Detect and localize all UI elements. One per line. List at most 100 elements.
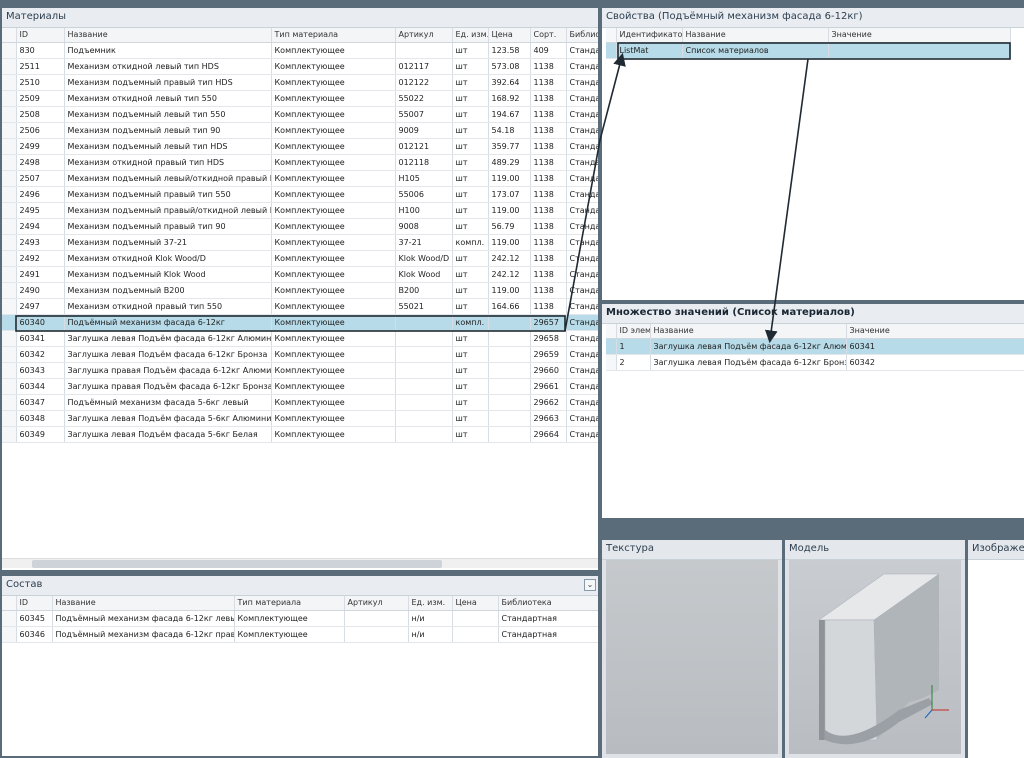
composition-cell[interactable] [452,610,499,627]
materials-cell[interactable] [488,394,531,411]
composition-cell[interactable]: н/и [408,610,453,627]
materials-row[interactable]: 2497 Механизм откидной правый тип 550 Комп… [2,298,598,315]
composition-cell[interactable]: Стандартная [498,610,598,627]
materials-cell[interactable] [488,426,531,443]
materials-cell[interactable]: Механизм подъемный левый тип 90 [64,122,272,139]
materials-cell[interactable]: Комплектующее [271,426,396,443]
composition-cell[interactable]: 60346 [16,626,53,643]
materials-cell[interactable]: 119.00 [488,202,531,219]
materials-cell[interactable]: B200 [395,282,453,299]
materials-cell[interactable]: компл. [452,234,489,251]
composition-cell[interactable]: Подъёмный механизм фасада 6-12кг левый [52,610,235,627]
value-set-row[interactable]: 1 Заглушка левая Подъём фасада 6-12кг Алю… [606,338,1024,355]
materials-cell[interactable]: 55007 [395,106,453,123]
materials-cell[interactable]: Комплектующее [271,298,396,315]
materials-cell[interactable]: Стандар [566,250,598,267]
materials-cell[interactable]: 2495 [16,202,65,219]
materials-cell[interactable]: Заглушка левая Подъём фасада 6-12кг Брон… [64,346,272,363]
materials-cell[interactable]: 1138 [530,186,567,203]
value-set-row-header[interactable] [606,354,617,371]
materials-row-header[interactable] [2,186,17,203]
materials-row-header[interactable] [2,362,17,379]
materials-cell[interactable]: Комплектующее [271,106,396,123]
composition-column-header[interactable]: Артикул [344,596,409,611]
materials-cell[interactable]: Комплектующее [271,378,396,395]
composition-row[interactable]: 60346 Подъёмный механизм фасада 6-12кг пр… [2,626,598,643]
materials-cell[interactable]: Механизм подъемный левый тип HDS [64,138,272,155]
materials-row-header[interactable] [2,330,17,347]
materials-cell[interactable]: Стандар [566,58,598,75]
materials-row-header[interactable] [2,202,17,219]
materials-cell[interactable]: 60341 [16,330,65,347]
materials-cell[interactable]: Стандар [566,154,598,171]
materials-cell[interactable]: 2492 [16,250,65,267]
materials-cell[interactable]: Подъемник [64,42,272,59]
properties-column-header[interactable]: Название [682,28,829,43]
materials-cell[interactable]: 2511 [16,58,65,75]
value-set-cell[interactable]: 2 [616,354,651,371]
composition-cell[interactable]: Стандартная [498,626,598,643]
materials-cell[interactable]: Стандар [566,234,598,251]
materials-cell[interactable]: Комплектующее [271,394,396,411]
materials-cell[interactable]: 2498 [16,154,65,171]
materials-cell[interactable]: шт [452,298,489,315]
materials-cell[interactable]: 1138 [530,250,567,267]
properties-row-header[interactable] [606,42,617,59]
materials-cell[interactable]: 012117 [395,58,453,75]
materials-cell[interactable]: Механизм откидной левый тип 550 [64,90,272,107]
materials-cell[interactable]: 012122 [395,74,453,91]
materials-cell[interactable]: 194.67 [488,106,531,123]
materials-column-header[interactable]: Название [64,28,272,43]
materials-cell[interactable]: Стандар [566,362,598,379]
materials-row[interactable]: 60342 Заглушка левая Подъём фасада 6-12кг… [2,346,598,363]
properties-table[interactable]: Идентификатор Название Значение ListMat Спи… [606,28,1011,59]
materials-cell[interactable]: 9008 [395,218,453,235]
composition-cell[interactable]: Комплектующее [234,610,345,627]
materials-cell[interactable]: шт [452,74,489,91]
materials-cell[interactable]: Стандар [566,314,598,331]
materials-cell[interactable]: Комплектующее [271,186,396,203]
composition-table[interactable]: ID Название Тип материала Артикул Ед. изм. Це… [2,596,598,643]
materials-cell[interactable]: шт [452,170,489,187]
materials-cell[interactable]: Стандар [566,282,598,299]
composition-cell[interactable]: Подъёмный механизм фасада 6-12кг правый [52,626,235,643]
materials-cell[interactable]: 2490 [16,282,65,299]
materials-cell[interactable]: Подъёмный механизм фасада 5-6кг левый [64,394,272,411]
materials-cell[interactable]: Заглушка правая Подъём фасада 6-12кг Алю… [64,362,272,379]
materials-row[interactable]: 2508 Механизм подъемный левый тип 550 Комп… [2,106,598,123]
materials-cell[interactable] [488,346,531,363]
materials-row[interactable]: 830 Подъемник Комплектующее шт 123.58 409 Стан… [2,42,598,59]
materials-cell[interactable]: 29658 [530,330,567,347]
materials-cell[interactable] [395,346,453,363]
materials-cell[interactable] [395,42,453,59]
materials-cell[interactable]: 012118 [395,154,453,171]
materials-cell[interactable]: 1138 [530,106,567,123]
materials-cell[interactable]: Стандар [566,346,598,363]
materials-hscroll-thumb[interactable] [32,560,442,568]
materials-cell[interactable]: Механизм подъемный Klok Wood [64,266,272,283]
materials-cell[interactable] [395,314,453,331]
materials-cell[interactable]: Комплектующее [271,170,396,187]
materials-cell[interactable] [395,394,453,411]
materials-cell[interactable]: 168.92 [488,90,531,107]
materials-cell[interactable]: 489.29 [488,154,531,171]
properties-cell[interactable]: Список материалов [682,42,829,59]
materials-cell[interactable]: шт [452,202,489,219]
value-set-column-header[interactable]: ID элем. [616,324,651,339]
materials-cell[interactable]: 1138 [530,74,567,91]
materials-cell[interactable]: шт [452,378,489,395]
materials-column-header[interactable]: Библио [566,28,598,43]
materials-cell[interactable]: Стандар [566,90,598,107]
materials-cell[interactable]: 1138 [530,58,567,75]
materials-row[interactable]: 2509 Механизм откидной левый тип 550 Компл… [2,90,598,107]
value-set-cell[interactable]: 60342 [846,354,1024,371]
materials-cell[interactable]: Комплектующее [271,202,396,219]
value-set-cell[interactable]: 1 [616,338,651,355]
materials-cell[interactable]: 1138 [530,170,567,187]
materials-cell[interactable]: 2508 [16,106,65,123]
composition-column-header[interactable]: Тип материала [234,596,345,611]
materials-cell[interactable]: 1138 [530,138,567,155]
chevron-down-icon[interactable]: ⌄ [584,579,596,591]
materials-row-header[interactable] [2,90,17,107]
materials-cell[interactable]: 60342 [16,346,65,363]
